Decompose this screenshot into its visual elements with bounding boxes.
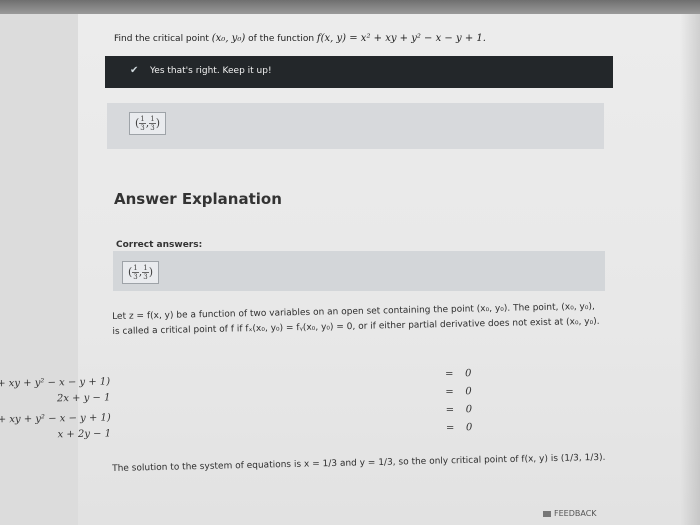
result-message: Yes that's right. Keep it up!: [150, 66, 272, 76]
result-banner: ✔ Yes that's right. Keep it up!: [105, 56, 613, 88]
correct-answer-panel: (1 3, 1 3): [113, 251, 605, 291]
question-text: Find the critical point (x₀, y₀) of the …: [114, 33, 486, 44]
screen-edge-shadow: [680, 14, 700, 525]
question-prefix: Find the critical point: [114, 34, 209, 44]
question-point: (x₀, y₀): [211, 33, 246, 44]
fraction: 13: [142, 264, 149, 281]
explanation-title: Answer Explanation: [114, 190, 282, 208]
browser-top-bar: [0, 0, 700, 14]
fraction: 13: [139, 115, 146, 132]
feedback-icon: [543, 510, 551, 517]
check-icon: ✔: [130, 65, 139, 76]
fraction: 13: [132, 264, 139, 281]
question-function: f(x, y) = x² + xy + y² − x − y + 1.: [316, 33, 486, 44]
correct-answers-label: Correct answers:: [116, 240, 203, 250]
feedback-button[interactable]: FEEDBACK: [543, 509, 597, 518]
user-answer-panel: (1 3, 1 3): [107, 103, 604, 149]
feedback-label: FEEDBACK: [554, 509, 597, 518]
user-answer-value: (1 3, 1 3): [129, 112, 167, 135]
question-mid: of the function: [248, 34, 315, 44]
fraction: 13: [149, 115, 156, 132]
correct-answer-value: (1 3, 1 3): [122, 261, 160, 284]
